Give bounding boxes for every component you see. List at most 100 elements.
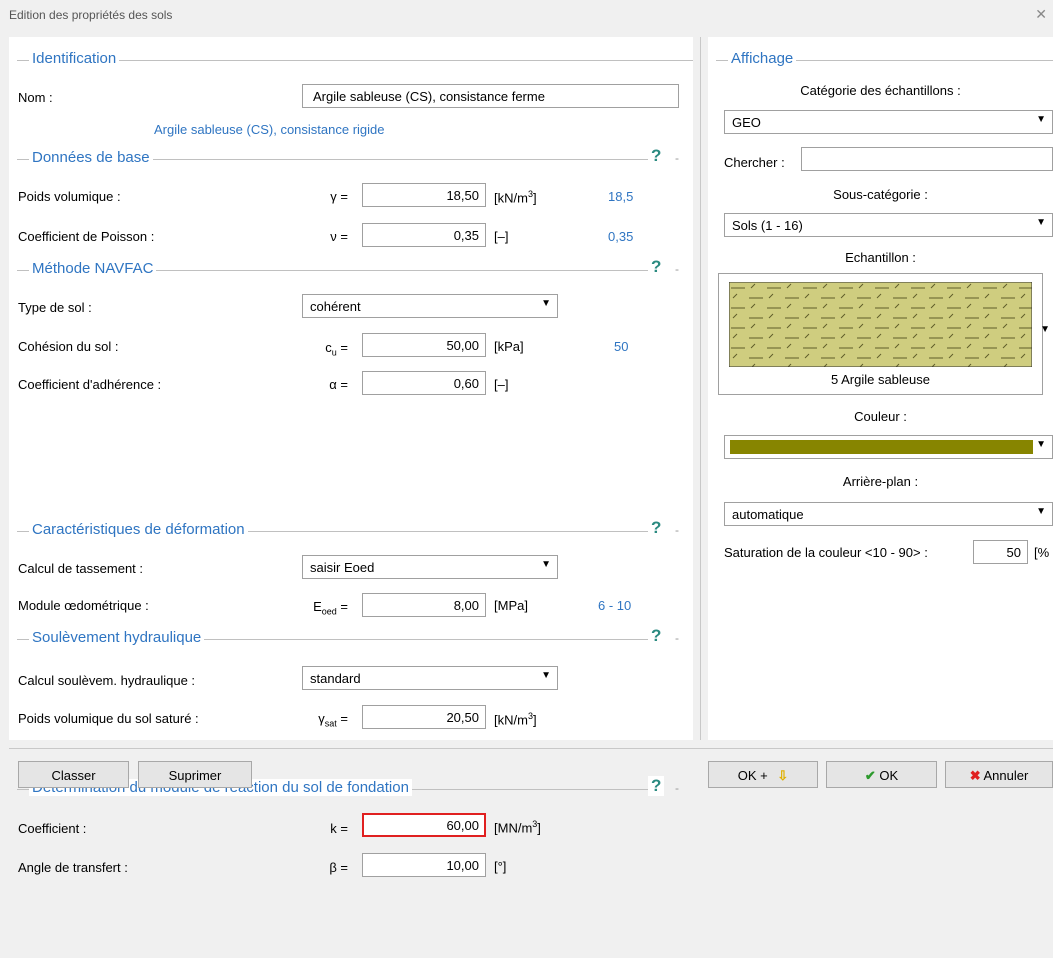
- help-icon[interactable]: ?: [648, 146, 665, 166]
- chevron-down-icon: ▼: [541, 559, 551, 570]
- search-input[interactable]: [801, 147, 1053, 171]
- subcategory-select[interactable]: Sols (1 - 16) ▼: [724, 213, 1053, 237]
- saturated-weight-symbol: γsat =: [318, 711, 348, 729]
- transfer-angle-symbol: β =: [329, 860, 348, 875]
- background-label: Arrière-plan :: [842, 474, 919, 489]
- unit-weight-input[interactable]: 18,50: [362, 183, 486, 207]
- subgrade-coefficient-symbol: k =: [330, 821, 348, 836]
- cohesion-unit: [kPa]: [494, 339, 524, 354]
- ok-button[interactable]: ✔ OK: [826, 761, 937, 788]
- oedometric-label: Module œdométrique :: [18, 598, 149, 613]
- chevron-down-icon: ▼: [1036, 439, 1046, 450]
- settlement-label: Calcul de tassement :: [18, 561, 144, 576]
- chevron-down-icon: ▼: [1036, 506, 1046, 517]
- saturation-input[interactable]: 50: [973, 540, 1028, 564]
- chevron-down-icon: ▼: [1036, 217, 1046, 228]
- section-title: Affichage: [728, 50, 797, 67]
- name-input[interactable]: Argile sableuse (CS), consistance ferme: [302, 84, 679, 108]
- transfer-angle-label: Angle de transfert :: [18, 860, 128, 875]
- panel-divider: [700, 37, 701, 740]
- adhesion-input[interactable]: 0,60: [362, 371, 486, 395]
- saturation-label: Saturation de la couleur <10 - 90> :: [724, 545, 928, 560]
- subgrade-coefficient-input[interactable]: 60,00: [362, 813, 486, 837]
- uplift-calc-select[interactable]: standard ▼: [302, 666, 558, 690]
- help-icon[interactable]: ?: [648, 257, 665, 277]
- section-title: Soulèvement hydraulique: [29, 629, 205, 646]
- category-label: Catégorie des échantillons :: [800, 83, 961, 98]
- section-uplift: Soulèvement hydraulique ? -: [9, 626, 693, 649]
- saturation-unit: [%: [1034, 545, 1050, 560]
- cohesion-symbol: cu =: [325, 340, 348, 358]
- help-icon[interactable]: ?: [648, 776, 665, 796]
- poisson-label: Coefficient de Poisson :: [18, 229, 155, 244]
- adhesion-symbol: α =: [329, 377, 348, 392]
- section-title: Méthode NAVFAC: [29, 260, 157, 277]
- search-label: Chercher :: [724, 155, 785, 170]
- cohesion-input[interactable]: 50,00: [362, 333, 486, 357]
- window-title: Edition des propriétés des sols: [9, 8, 173, 22]
- saturated-weight-unit: [kN/m3]: [494, 711, 537, 728]
- footer-divider: [9, 748, 1053, 749]
- x-icon: ✖: [969, 768, 981, 783]
- background-select[interactable]: automatique ▼: [724, 502, 1053, 526]
- help-icon[interactable]: ?: [648, 626, 665, 646]
- chevron-down-icon: ▼: [541, 298, 551, 309]
- section-title: Caractéristiques de déformation: [29, 521, 248, 538]
- ok-plus-button[interactable]: OK + ⇩: [708, 761, 818, 788]
- poisson-unit: [–]: [494, 229, 509, 244]
- category-select[interactable]: GEO ▼: [724, 110, 1053, 134]
- soil-type-label: Type de sol :: [18, 300, 92, 315]
- section-base-data: Données de base ? -: [9, 146, 693, 169]
- poisson-hint[interactable]: 0,35: [608, 229, 633, 244]
- collapse-icon[interactable]: -: [675, 631, 679, 645]
- collapse-icon[interactable]: -: [675, 523, 679, 537]
- transfer-angle-input[interactable]: 10,00: [362, 853, 486, 877]
- section-identification: Identification: [9, 50, 693, 70]
- section-title: Données de base: [29, 149, 153, 166]
- collapse-icon[interactable]: -: [675, 781, 679, 795]
- unit-weight-symbol: γ =: [330, 189, 348, 204]
- classify-button[interactable]: Classer: [18, 761, 129, 788]
- saturated-weight-input[interactable]: 20,50: [362, 705, 486, 729]
- delete-button[interactable]: Suprimer: [138, 761, 252, 788]
- soil-type-select[interactable]: cohérent ▼: [302, 294, 558, 318]
- subgrade-coefficient-unit: [MN/m3]: [494, 819, 541, 836]
- color-swatch: [730, 440, 1033, 454]
- poisson-symbol: ν =: [330, 229, 348, 244]
- checkmark-icon: ✔: [864, 768, 876, 783]
- cancel-button[interactable]: ✖ Annuler: [945, 761, 1053, 788]
- section-title: Identification: [29, 50, 120, 67]
- unit-weight-unit: [kN/m3]: [494, 189, 537, 206]
- collapse-icon[interactable]: -: [675, 262, 679, 276]
- help-icon[interactable]: ?: [648, 518, 665, 538]
- unit-weight-hint[interactable]: 18,5: [608, 189, 633, 204]
- adhesion-unit: [–]: [494, 377, 509, 392]
- name-hint-link[interactable]: Argile sableuse (CS), consistance rigide: [154, 122, 385, 137]
- subcategory-label: Sous-catégorie :: [833, 187, 928, 202]
- collapse-icon[interactable]: -: [675, 151, 679, 165]
- chevron-down-icon[interactable]: ▼: [1040, 324, 1050, 335]
- saturated-weight-label: Poids volumique du sol saturé :: [18, 711, 199, 726]
- color-label: Couleur :: [854, 409, 907, 424]
- oedometric-input[interactable]: 8,00: [362, 593, 486, 617]
- subgrade-coefficient-label: Coefficient :: [18, 821, 87, 836]
- oedometric-unit: [MPa]: [494, 598, 528, 613]
- unit-weight-label: Poids volumique :: [18, 189, 121, 204]
- cohesion-hint[interactable]: 50: [614, 339, 628, 354]
- arrow-down-icon: ⇩: [777, 768, 789, 783]
- sample-hatch-pattern: [729, 282, 1032, 367]
- transfer-angle-unit: [°]: [494, 859, 507, 874]
- section-deformation: Caractéristiques de déformation ? -: [9, 518, 693, 541]
- sample-label: Echantillon :: [845, 250, 916, 265]
- cohesion-label: Cohésion du sol :: [18, 339, 119, 354]
- chevron-down-icon: ▼: [1036, 114, 1046, 125]
- poisson-input[interactable]: 0,35: [362, 223, 486, 247]
- close-icon[interactable]: ✕: [1035, 6, 1047, 23]
- chevron-down-icon: ▼: [541, 670, 551, 681]
- sample-picker[interactable]: 5 Argile sableuse ▼: [718, 273, 1050, 395]
- color-select[interactable]: ▼: [724, 435, 1053, 459]
- settlement-select[interactable]: saisir Eoed ▼: [302, 555, 558, 579]
- section-navfac: Méthode NAVFAC ? -: [9, 257, 693, 280]
- oedometric-hint[interactable]: 6 - 10: [598, 598, 631, 613]
- uplift-calc-label: Calcul soulèvem. hydraulique :: [18, 673, 196, 688]
